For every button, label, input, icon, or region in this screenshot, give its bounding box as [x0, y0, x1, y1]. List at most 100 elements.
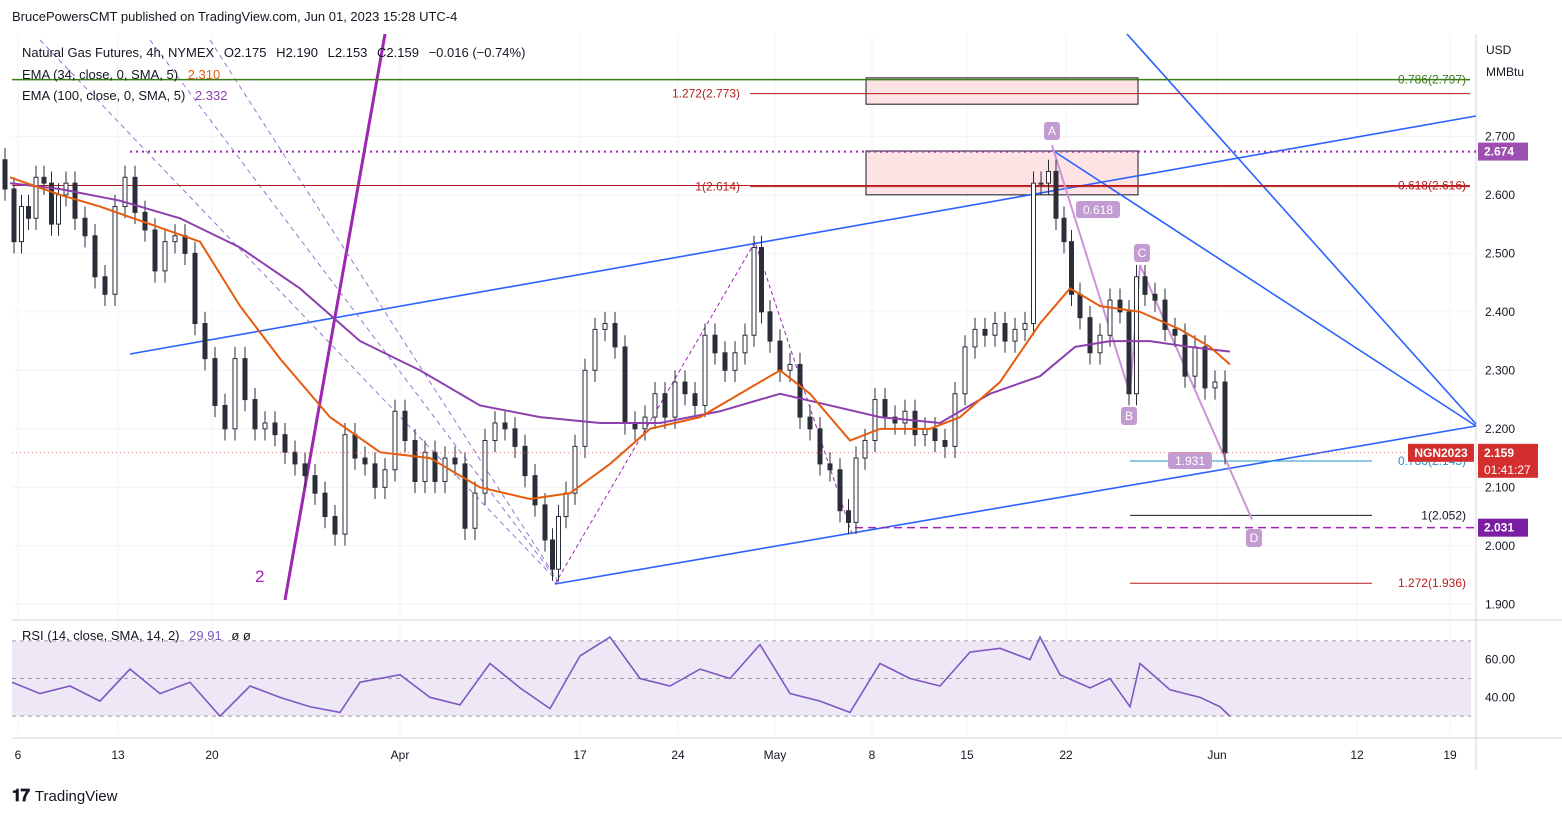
- chart-canvas[interactable]: 6 13 20 Apr 17 24 May 8 15 22 Jun 12 19 2.700 2.600 2.5…: [0, 0, 1562, 816]
- candle-body: [672, 381, 678, 418]
- fib-level-label: 1.272(1.936): [1398, 576, 1466, 590]
- candle-body: [1087, 317, 1093, 354]
- fib-level-label: 0.618(2.616): [1398, 178, 1466, 192]
- candle-body: [542, 504, 548, 541]
- y-tick-label: 1.900: [1485, 597, 1515, 611]
- candle-body: [807, 416, 813, 430]
- candle-body: [92, 235, 98, 278]
- candle-body: [882, 399, 888, 418]
- rsi-tick-label: 60.00: [1485, 653, 1515, 667]
- candle-body: [722, 352, 728, 371]
- pattern-point-label: C: [1138, 246, 1147, 260]
- candle-body: [602, 323, 608, 330]
- dashed-level-badge-label: 2.031: [1484, 521, 1514, 535]
- y-tick-label: 2.400: [1485, 305, 1515, 319]
- channel-line: [554, 425, 1477, 585]
- candle-body: [33, 176, 39, 219]
- candle-body: [26, 206, 31, 219]
- candle-body: [992, 323, 998, 336]
- ema34-value: 2.310: [187, 67, 221, 82]
- candle-body: [72, 182, 78, 219]
- candle-body: [532, 475, 538, 506]
- candle-body: [942, 440, 948, 447]
- symbol-line: Natural Gas Futures, 4h, NYMEX: [22, 45, 215, 60]
- close-value: C2.159: [377, 45, 419, 60]
- candle-body: [582, 369, 588, 447]
- y-tick-label: 2.100: [1485, 480, 1515, 494]
- candle-body: [272, 422, 278, 436]
- candle-body: [372, 463, 378, 488]
- candle-body: [382, 469, 388, 488]
- candle-body: [1061, 217, 1067, 243]
- pattern-point-label: D: [1250, 531, 1259, 545]
- footer-brand-label: TradingView: [34, 787, 118, 805]
- x-tick-label: 24: [671, 748, 685, 762]
- y-tick-label: 2.200: [1485, 422, 1515, 436]
- candle-body: [612, 323, 618, 348]
- symbol-badge-label: NGN2023: [1414, 446, 1468, 460]
- footer-brand[interactable]: 𝟏𝟕 TradingView: [12, 786, 117, 806]
- pattern-point-label: A: [1048, 124, 1056, 138]
- candle-body: [56, 194, 61, 225]
- candle-body: [392, 410, 398, 471]
- candle-body: [342, 434, 348, 535]
- x-tick-label: 15: [960, 748, 974, 762]
- change-value: −0.016 (−0.74%): [428, 45, 526, 60]
- candle-body: [262, 422, 268, 430]
- rsi-value: 29.91: [189, 628, 222, 643]
- candle-body: [702, 334, 708, 406]
- candle-body: [1212, 381, 1218, 389]
- x-tick-label: 6: [15, 748, 22, 762]
- x-tick-label: 19: [1443, 748, 1457, 762]
- candle-body: [742, 334, 748, 354]
- candle-body: [302, 463, 308, 477]
- fib-level-label: 1(2.614): [695, 180, 740, 194]
- x-tick-label: 13: [111, 748, 125, 762]
- candle-body: [1202, 346, 1208, 389]
- candle-body: [1172, 328, 1178, 336]
- candle-body: [712, 334, 718, 354]
- tradingview-logo-icon: 𝟏𝟕: [12, 786, 30, 805]
- pattern-point-label: B: [1125, 409, 1133, 423]
- y-tick-label: 2.700: [1485, 129, 1515, 143]
- candle-body: [1022, 323, 1028, 330]
- candle-body: [902, 410, 908, 424]
- ema34-legend: EMA (34, close, 0, SMA, 5) 2.310: [22, 67, 220, 82]
- candle-body: [622, 346, 628, 424]
- candle-body: [556, 516, 561, 570]
- unit-label: MMBtu: [1486, 65, 1524, 79]
- fib-level-label: 0.786(2.797): [1398, 73, 1466, 87]
- candle-body: [1182, 334, 1188, 377]
- x-tick-label: 20: [205, 748, 219, 762]
- candle-body: [1069, 241, 1074, 295]
- candle-body: [132, 176, 138, 213]
- x-tick-label: Apr: [391, 748, 410, 762]
- candle-body: [572, 445, 578, 494]
- candle-body: [282, 434, 288, 453]
- candle-body: [563, 492, 569, 518]
- open-value: O2.175: [223, 45, 267, 60]
- candle-body: [1126, 311, 1132, 395]
- candle-body: [767, 311, 773, 342]
- candle-body: [502, 422, 508, 430]
- candle-body: [252, 399, 258, 430]
- supply-zone: [865, 77, 1139, 105]
- candle-body: [242, 358, 248, 401]
- candle-body: [1031, 182, 1036, 325]
- candle-body: [853, 457, 859, 523]
- candle-body: [732, 352, 738, 371]
- pattern-ratio-label: 1.931: [1175, 454, 1205, 468]
- candle-body: [1002, 323, 1008, 342]
- candle-body: [112, 206, 118, 295]
- x-tick-label: May: [764, 748, 787, 762]
- publish-header: BrucePowersCMT published on TradingView.…: [12, 9, 458, 24]
- candle-body: [472, 492, 478, 529]
- candle-body: [787, 363, 793, 371]
- candle-body: [212, 358, 218, 406]
- candle-body: [1046, 170, 1051, 184]
- candle-body: [1152, 293, 1158, 301]
- candle-body: [11, 188, 17, 243]
- candle-body: [652, 393, 658, 418]
- high-value: H2.190: [276, 45, 319, 60]
- candle-body: [759, 246, 764, 313]
